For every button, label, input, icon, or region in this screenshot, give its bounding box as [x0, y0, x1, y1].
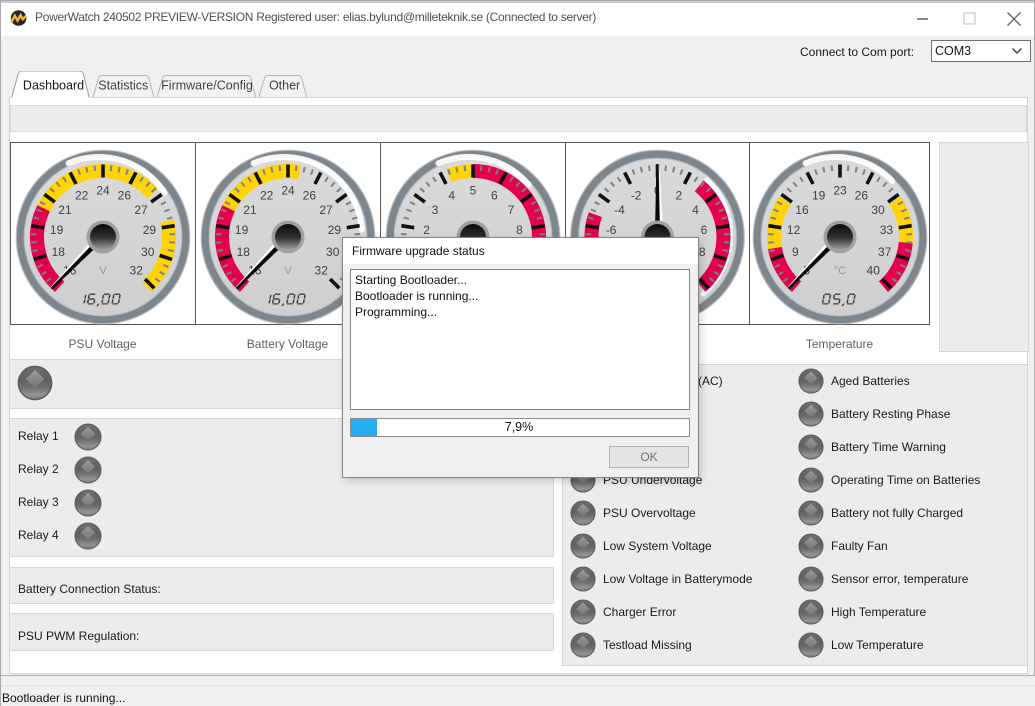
- svg-text:27: 27: [134, 203, 148, 217]
- svg-text:21: 21: [243, 203, 257, 217]
- svg-text:2: 2: [423, 223, 430, 237]
- svg-text:4: 4: [448, 189, 455, 203]
- svg-text:24: 24: [96, 184, 110, 198]
- svg-text:6: 6: [701, 223, 708, 237]
- svg-text:8: 8: [516, 223, 523, 237]
- svg-text:-6: -6: [606, 223, 617, 237]
- svg-text:Other: Other: [269, 79, 300, 93]
- svg-text:V: V: [284, 265, 292, 277]
- svg-text:33: 33: [880, 223, 894, 237]
- svg-text:6: 6: [491, 189, 498, 203]
- svg-text:5: 5: [470, 184, 477, 198]
- svg-text:2: 2: [675, 189, 682, 203]
- svg-text:3: 3: [432, 203, 439, 217]
- svg-text:4: 4: [692, 203, 699, 217]
- svg-text:23: 23: [833, 184, 847, 198]
- svg-text:30: 30: [326, 245, 340, 259]
- svg-text:30: 30: [141, 245, 155, 259]
- svg-text:-4: -4: [614, 203, 625, 217]
- svg-text:8: 8: [699, 245, 706, 259]
- svg-text:21: 21: [58, 203, 72, 217]
- svg-text:37: 37: [878, 245, 892, 259]
- svg-text:19: 19: [235, 223, 249, 237]
- svg-text:18: 18: [237, 245, 251, 259]
- svg-text:26: 26: [855, 189, 869, 203]
- svg-text:26: 26: [118, 189, 132, 203]
- svg-text:26: 26: [303, 189, 317, 203]
- svg-text:32: 32: [130, 264, 144, 278]
- svg-text:12: 12: [787, 223, 801, 237]
- svg-text:22: 22: [260, 189, 274, 203]
- svg-text:Dashboard: Dashboard: [23, 79, 84, 93]
- svg-text:19: 19: [50, 223, 64, 237]
- svg-text:30: 30: [871, 203, 885, 217]
- svg-text:7: 7: [508, 203, 515, 217]
- svg-text:°C: °C: [834, 265, 846, 277]
- svg-text:32: 32: [315, 264, 329, 278]
- svg-text:29: 29: [143, 223, 157, 237]
- svg-text:-2: -2: [631, 189, 642, 203]
- svg-text:24: 24: [281, 184, 295, 198]
- svg-text:18: 18: [52, 245, 66, 259]
- svg-text:29: 29: [328, 223, 342, 237]
- svg-text:9: 9: [792, 245, 799, 259]
- svg-text:40: 40: [867, 264, 881, 278]
- svg-text:19: 19: [812, 189, 826, 203]
- svg-text:V: V: [99, 265, 107, 277]
- svg-text:Statistics: Statistics: [98, 79, 148, 93]
- svg-text:Firmware/Config: Firmware/Config: [161, 79, 253, 93]
- svg-text:22: 22: [75, 189, 89, 203]
- svg-text:27: 27: [319, 203, 333, 217]
- svg-text:16: 16: [795, 203, 809, 217]
